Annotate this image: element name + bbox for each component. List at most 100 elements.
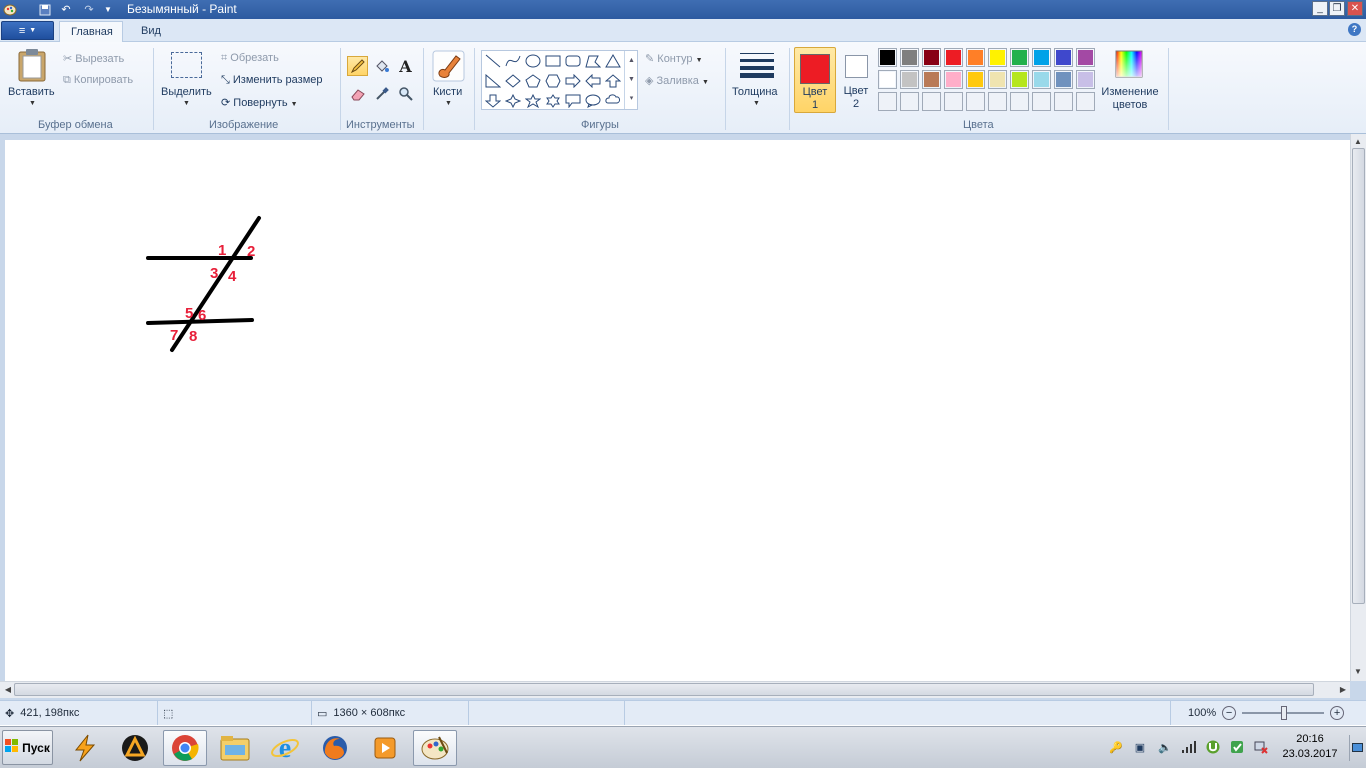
- palette-swatch[interactable]: [922, 70, 941, 89]
- palette-swatch[interactable]: [988, 48, 1007, 67]
- triangle-shape-icon[interactable]: [604, 52, 622, 69]
- network-status-icon[interactable]: [1253, 739, 1269, 755]
- paint-taskbar-icon[interactable]: [413, 730, 457, 766]
- palette-swatch[interactable]: [966, 48, 985, 67]
- zoom-slider[interactable]: [1242, 706, 1325, 720]
- left-arrow-shape-icon[interactable]: [584, 72, 602, 89]
- diamond-shape-icon[interactable]: [504, 72, 522, 89]
- palette-swatch-empty[interactable]: [944, 92, 963, 111]
- select-chevron-icon[interactable]: ▼: [183, 100, 190, 107]
- file-menu-button[interactable]: ≡ ▼: [1, 21, 54, 40]
- volume-icon[interactable]: 🔈: [1157, 739, 1173, 755]
- rainbow-icon[interactable]: [1114, 49, 1144, 82]
- vertical-scrollbar[interactable]: ▲ ▼: [1350, 134, 1366, 681]
- color1-button[interactable]: Цвет 1: [794, 47, 836, 113]
- resize-button[interactable]: ⤡ Изменить размер: [221, 74, 323, 87]
- select-button[interactable]: Выделить: [161, 86, 212, 98]
- palette-swatch[interactable]: [878, 70, 897, 89]
- paste-chevron-icon[interactable]: ▼: [29, 100, 36, 107]
- cloud-callout-shape-icon[interactable]: [604, 92, 622, 109]
- paste-button[interactable]: Вставить: [8, 86, 55, 98]
- crop-button[interactable]: ⌗ Обрезать: [221, 52, 279, 65]
- utorrent-icon[interactable]: [1205, 739, 1221, 755]
- palette-swatch[interactable]: [922, 48, 941, 67]
- zoom-slider-thumb[interactable]: [1281, 706, 1288, 720]
- shapes-scroll[interactable]: ▲ ▼ ▾: [624, 51, 638, 109]
- rect-callout-shape-icon[interactable]: [564, 92, 582, 109]
- curve-shape-icon[interactable]: [504, 52, 522, 69]
- quick-access-dropdown-icon[interactable]: ▼: [101, 2, 115, 17]
- outline-button[interactable]: ✎ Контур ▼: [645, 52, 703, 65]
- aimp-icon[interactable]: [113, 730, 157, 766]
- palette-swatch[interactable]: [1076, 48, 1095, 67]
- brushes-chevron-icon[interactable]: ▼: [445, 100, 452, 107]
- color-picker-icon[interactable]: [371, 84, 392, 104]
- color2-button[interactable]: Цвет 2: [840, 47, 872, 113]
- palette-swatch-empty[interactable]: [966, 92, 985, 111]
- palette-swatch-empty[interactable]: [1010, 92, 1029, 111]
- size-chevron-icon[interactable]: ▼: [753, 100, 760, 107]
- redo-icon[interactable]: ↷: [81, 2, 97, 17]
- line-shape-icon[interactable]: [484, 52, 502, 69]
- undo-icon[interactable]: ↶: [58, 2, 74, 17]
- line-thickness-icon[interactable]: [740, 52, 774, 81]
- show-desktop-button[interactable]: [1349, 735, 1364, 761]
- drawing-canvas[interactable]: 12345678: [5, 140, 1350, 681]
- tab-view[interactable]: Вид: [130, 21, 170, 43]
- palette-swatch-empty[interactable]: [1032, 92, 1051, 111]
- file-explorer-icon[interactable]: [213, 730, 257, 766]
- palette-swatch[interactable]: [944, 48, 963, 67]
- oval-callout-shape-icon[interactable]: [584, 92, 602, 109]
- brushes-button[interactable]: Кисти: [433, 86, 462, 98]
- palette-swatch-empty[interactable]: [922, 92, 941, 111]
- select-rect-icon[interactable]: [171, 52, 202, 78]
- scroll-left-icon[interactable]: ◀: [1, 685, 15, 694]
- horizontal-scroll-thumb[interactable]: [14, 683, 1314, 696]
- start-button[interactable]: Пуск: [2, 730, 53, 765]
- firefox-icon[interactable]: [313, 730, 357, 766]
- vertical-scroll-thumb[interactable]: [1352, 148, 1365, 604]
- down-arrow-shape-icon[interactable]: [484, 92, 502, 109]
- zoom-out-icon[interactable]: −: [1222, 706, 1237, 720]
- paint-app-icon[interactable]: [2, 2, 18, 17]
- five-point-star-shape-icon[interactable]: [524, 92, 542, 109]
- palette-swatch-empty[interactable]: [878, 92, 897, 111]
- palette-swatch[interactable]: [944, 70, 963, 89]
- save-icon[interactable]: [37, 2, 53, 17]
- help-icon[interactable]: ?: [1348, 23, 1361, 36]
- text-tool-icon[interactable]: A: [395, 56, 416, 76]
- scroll-up-icon[interactable]: ▲: [1351, 137, 1365, 146]
- close-button[interactable]: ✕: [1347, 1, 1363, 16]
- hexagon-shape-icon[interactable]: [544, 72, 562, 89]
- brushes-icon[interactable]: [432, 50, 465, 85]
- scroll-down-icon[interactable]: ▼: [1351, 667, 1365, 676]
- palette-swatch-empty[interactable]: [1076, 92, 1095, 111]
- tab-home[interactable]: Главная: [59, 21, 123, 43]
- winamp-icon[interactable]: [63, 730, 107, 766]
- edit-colors-button[interactable]: Изменение цветов: [1099, 86, 1161, 112]
- palette-swatch[interactable]: [1010, 48, 1029, 67]
- palette-swatch[interactable]: [878, 48, 897, 67]
- magnifier-icon[interactable]: [395, 84, 416, 104]
- eraser-icon[interactable]: [347, 84, 368, 104]
- horizontal-scrollbar[interactable]: ◀ ▶: [0, 681, 1350, 698]
- fill-bucket-icon[interactable]: [371, 56, 392, 76]
- pentagon-shape-icon[interactable]: [524, 72, 542, 89]
- tray-device-icon[interactable]: ▣: [1132, 739, 1148, 755]
- polygon-shape-icon[interactable]: [584, 52, 602, 69]
- restore-button[interactable]: ❐: [1329, 1, 1345, 16]
- palette-swatch-empty[interactable]: [988, 92, 1007, 111]
- tray-notification-icon[interactable]: 🔑: [1108, 739, 1124, 755]
- zoom-in-icon[interactable]: +: [1330, 706, 1345, 720]
- rounded-rectangle-shape-icon[interactable]: [564, 52, 582, 69]
- media-player-icon[interactable]: [363, 730, 407, 766]
- palette-swatch[interactable]: [900, 70, 919, 89]
- palette-swatch[interactable]: [1054, 48, 1073, 67]
- pencil-icon[interactable]: [347, 56, 368, 76]
- cut-button[interactable]: ✂ Вырезать: [63, 52, 124, 65]
- clipboard-icon[interactable]: [17, 48, 47, 85]
- palette-swatch-empty[interactable]: [1054, 92, 1073, 111]
- palette-swatch[interactable]: [1054, 70, 1073, 89]
- rectangle-shape-icon[interactable]: [544, 52, 562, 69]
- palette-swatch[interactable]: [988, 70, 1007, 89]
